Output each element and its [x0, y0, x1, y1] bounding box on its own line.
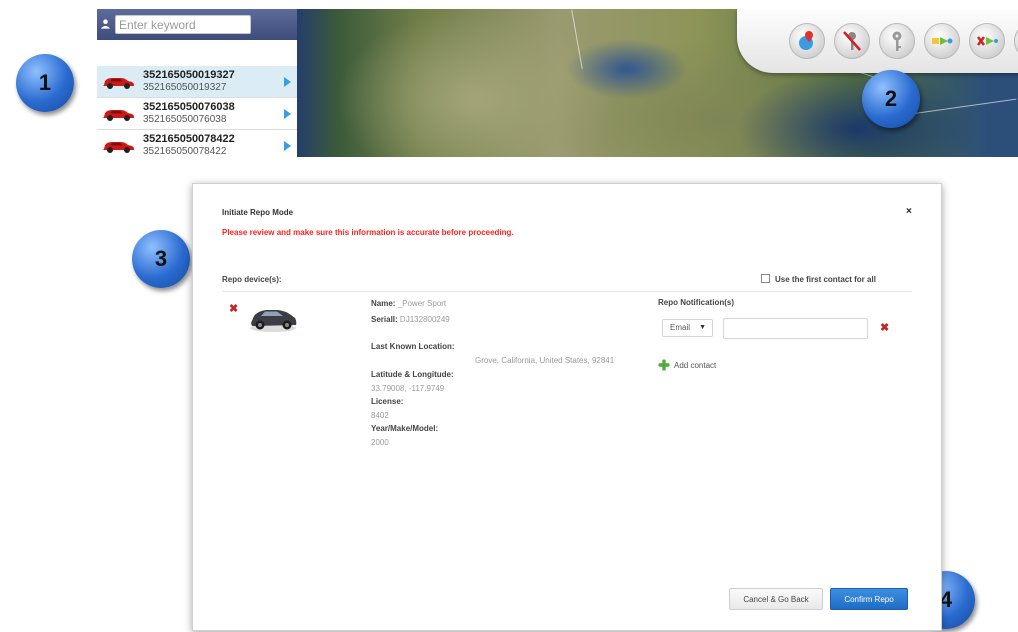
- cancel-send-icon: [977, 36, 998, 46]
- divider: [222, 291, 912, 292]
- chevron-down-icon: ▼: [699, 324, 706, 331]
- notification-channel-value: Email: [670, 323, 691, 332]
- device-name-row: Name: _Power Sport: [371, 299, 446, 308]
- dialog-title: Initiate Repo Mode: [222, 208, 294, 217]
- license-label: License:: [371, 397, 404, 406]
- device-list-item[interactable]: 352165050019327 352165050019327: [97, 66, 297, 98]
- year-make-model-value: 2000: [371, 438, 389, 447]
- add-contact-link[interactable]: Add contact: [658, 359, 716, 371]
- repo-notification-label: Repo Notification(s): [658, 298, 734, 307]
- device-label: 352165050076038: [143, 114, 227, 125]
- device-list-item[interactable]: 352165050078422 352165050078422: [97, 130, 297, 157]
- serial-value: DJ132800249: [399, 315, 450, 324]
- lat-lng-label: Latitude & Longitude:: [371, 370, 454, 379]
- name-label: Name:: [371, 299, 396, 308]
- add-button[interactable]: [1014, 23, 1018, 59]
- device-list-item[interactable]: 352165050076038 352165050076038: [97, 98, 297, 130]
- disable-key-button[interactable]: [834, 23, 870, 59]
- use-first-contact-option[interactable]: Use the first contact for all: [761, 274, 876, 284]
- year-make-model-label: Year/Make/Model:: [371, 424, 439, 433]
- use-first-contact-label: Use the first contact for all: [775, 275, 876, 284]
- device-label: 352165050078422: [143, 146, 227, 157]
- car-icon: [103, 110, 134, 121]
- expand-arrow-icon[interactable]: [284, 109, 291, 119]
- initiate-repo-dialog: Initiate Repo Mode × Please review and m…: [192, 183, 942, 631]
- remove-device-icon[interactable]: ✖: [229, 302, 238, 315]
- plus-icon: [658, 359, 670, 371]
- name-value: _Power Sport: [397, 299, 447, 308]
- send-command-button[interactable]: [924, 23, 960, 59]
- expand-arrow-icon[interactable]: [284, 141, 291, 151]
- use-first-contact-checkbox[interactable]: [761, 274, 770, 283]
- device-serial-row: SerialI: DJ132800249: [371, 315, 450, 324]
- step-badge-3: 3: [132, 230, 190, 288]
- device-imei: 352165050076038: [143, 101, 235, 113]
- locate-button[interactable]: [789, 23, 825, 59]
- close-icon[interactable]: ×: [906, 206, 912, 217]
- expand-arrow-icon[interactable]: [284, 77, 291, 87]
- keyword-search-input[interactable]: [115, 15, 251, 34]
- serial-label: SerialI:: [371, 315, 398, 324]
- key-button[interactable]: [879, 23, 915, 59]
- map-boundary: [571, 9, 583, 70]
- license-value: 8402: [371, 411, 389, 420]
- vehicle-image: [250, 310, 297, 332]
- step-badge-1: 1: [16, 54, 74, 112]
- car-icon: [103, 142, 134, 153]
- notification-channel-select[interactable]: Email ▼: [662, 319, 713, 337]
- send-icon: [932, 37, 953, 45]
- device-imei: 352165050078422: [143, 133, 235, 145]
- last-location-label: Last Known Location:: [371, 342, 455, 351]
- no-key-icon: [843, 31, 861, 51]
- map-toolbar: [737, 9, 1018, 73]
- add-contact-label: Add contact: [674, 361, 717, 370]
- contact-input[interactable]: [723, 318, 868, 339]
- key-icon: [892, 31, 902, 51]
- confirm-repo-button[interactable]: Confirm Repo: [830, 588, 908, 610]
- repo-devices-label: Repo device(s):: [222, 275, 282, 284]
- cancel-command-button[interactable]: [969, 23, 1005, 59]
- lat-lng-value: 33.79008, -117.9749: [371, 384, 445, 393]
- device-imei: 352165050019327: [143, 69, 235, 81]
- remove-contact-icon[interactable]: ✖: [880, 321, 889, 334]
- device-list-panel: 352165050019327 352165050019327 35216505…: [97, 9, 298, 157]
- locate-icon: [799, 31, 813, 50]
- accuracy-warning: Please review and make sure this informa…: [222, 228, 514, 237]
- user-icon[interactable]: [100, 18, 111, 30]
- device-list-header: [97, 9, 297, 40]
- device-label: 352165050019327: [143, 82, 227, 93]
- step-badge-2: 2: [862, 70, 920, 128]
- cancel-go-back-button[interactable]: Cancel & Go Back: [729, 588, 823, 610]
- car-icon: [103, 78, 134, 89]
- last-location-value: Grove, California, United States, 92841: [475, 356, 615, 365]
